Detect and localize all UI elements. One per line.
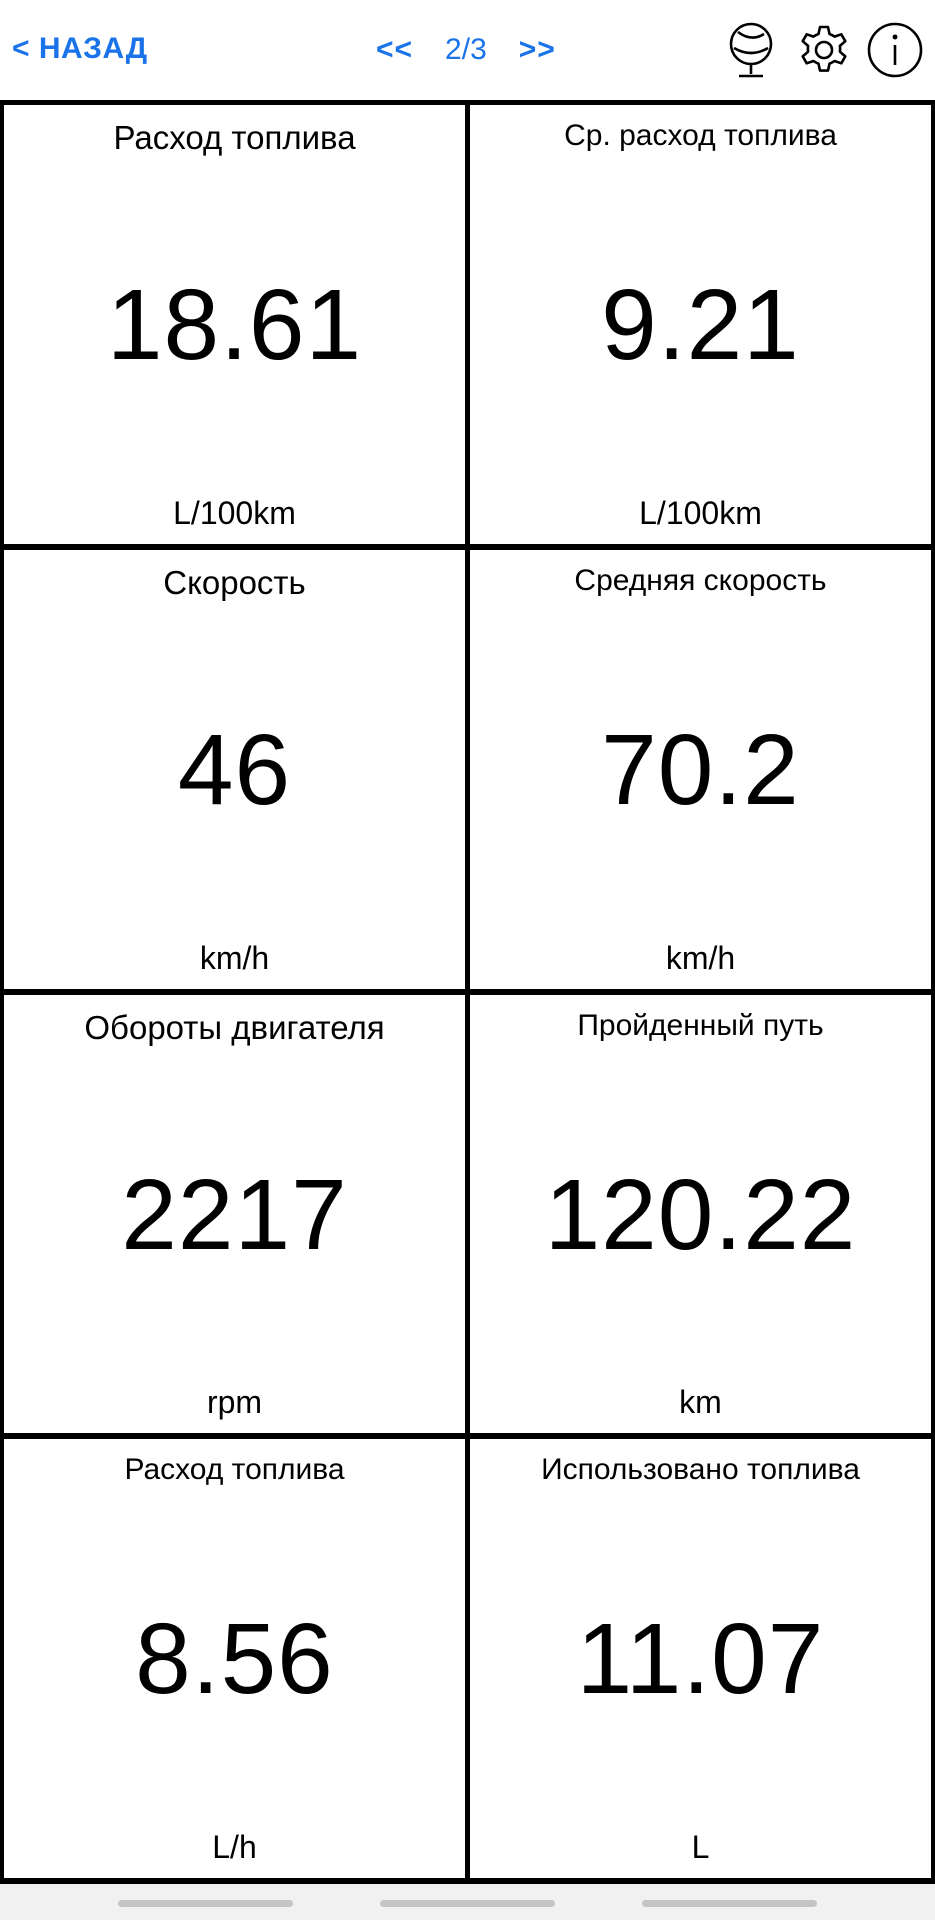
tile-unit: km/h bbox=[199, 939, 270, 976]
tile-engine-rpm[interactable]: Обороты двигателя 2217 rpm bbox=[0, 994, 465, 1440]
nav-handle bbox=[642, 1900, 817, 1907]
nav-handle bbox=[118, 1900, 293, 1907]
tile-distance[interactable]: Пройденный путь 120.22 km bbox=[470, 994, 935, 1440]
prev-page-button[interactable]: << bbox=[376, 33, 413, 67]
tile-value: 46 bbox=[177, 713, 292, 826]
tile-title: Скорость bbox=[163, 563, 306, 601]
tile-fuel-rate[interactable]: Расход топлива 8.56 L/h bbox=[0, 1439, 465, 1884]
tile-title: Использовано топлива bbox=[541, 1453, 860, 1487]
tile-unit: km bbox=[679, 1384, 722, 1421]
page-indicator: 2/3 bbox=[445, 33, 487, 66]
tile-unit: km/h bbox=[665, 939, 736, 976]
tile-speed[interactable]: Скорость 46 km/h bbox=[0, 549, 465, 995]
tile-title: Расход топлива bbox=[124, 1453, 345, 1487]
tile-unit: L/100km bbox=[639, 494, 762, 531]
tile-unit: rpm bbox=[206, 1384, 263, 1421]
pager: << 2/3 >> bbox=[376, 32, 556, 68]
tile-title: Ср. расход топлива bbox=[564, 119, 837, 152]
tile-avg-speed[interactable]: Средняя скорость 70.2 km/h bbox=[470, 549, 935, 995]
tile-title: Обороты двигателя bbox=[84, 1008, 385, 1046]
globe-icon[interactable] bbox=[720, 18, 782, 82]
gauge-grid: Расход топлива 18.61 L/100km Ср. расход … bbox=[0, 100, 935, 1884]
tile-unit: L bbox=[691, 1829, 710, 1865]
tile-fuel-used[interactable]: Использовано топлива 11.07 L bbox=[470, 1439, 935, 1884]
tile-value: 70.2 bbox=[601, 713, 800, 826]
tile-avg-fuel-consumption[interactable]: Ср. расход топлива 9.21 L/100km bbox=[470, 105, 935, 550]
tile-fuel-consumption[interactable]: Расход топлива 18.61 L/100km bbox=[0, 105, 465, 550]
tile-title: Средняя скорость bbox=[574, 563, 827, 597]
back-button[interactable]: < НАЗАД bbox=[12, 32, 148, 66]
info-icon[interactable] bbox=[864, 18, 926, 82]
nav-handle bbox=[380, 1900, 555, 1907]
tile-unit: L/100km bbox=[173, 494, 296, 531]
system-nav-bar bbox=[0, 1884, 935, 1920]
tile-title: Расход топлива bbox=[113, 119, 356, 156]
tile-value: 120.22 bbox=[544, 1158, 857, 1271]
app-header: < НАЗАД << 2/3 >> bbox=[0, 0, 935, 100]
tile-value: 2217 bbox=[121, 1158, 348, 1271]
gear-icon[interactable] bbox=[793, 18, 855, 82]
next-page-button[interactable]: >> bbox=[519, 33, 556, 67]
tile-value: 18.61 bbox=[106, 269, 363, 381]
tile-value: 8.56 bbox=[135, 1603, 334, 1716]
tile-value: 9.21 bbox=[601, 269, 800, 381]
tile-title: Пройденный путь bbox=[577, 1008, 824, 1042]
tile-unit: L/h bbox=[212, 1829, 257, 1865]
tile-value: 11.07 bbox=[576, 1603, 825, 1716]
